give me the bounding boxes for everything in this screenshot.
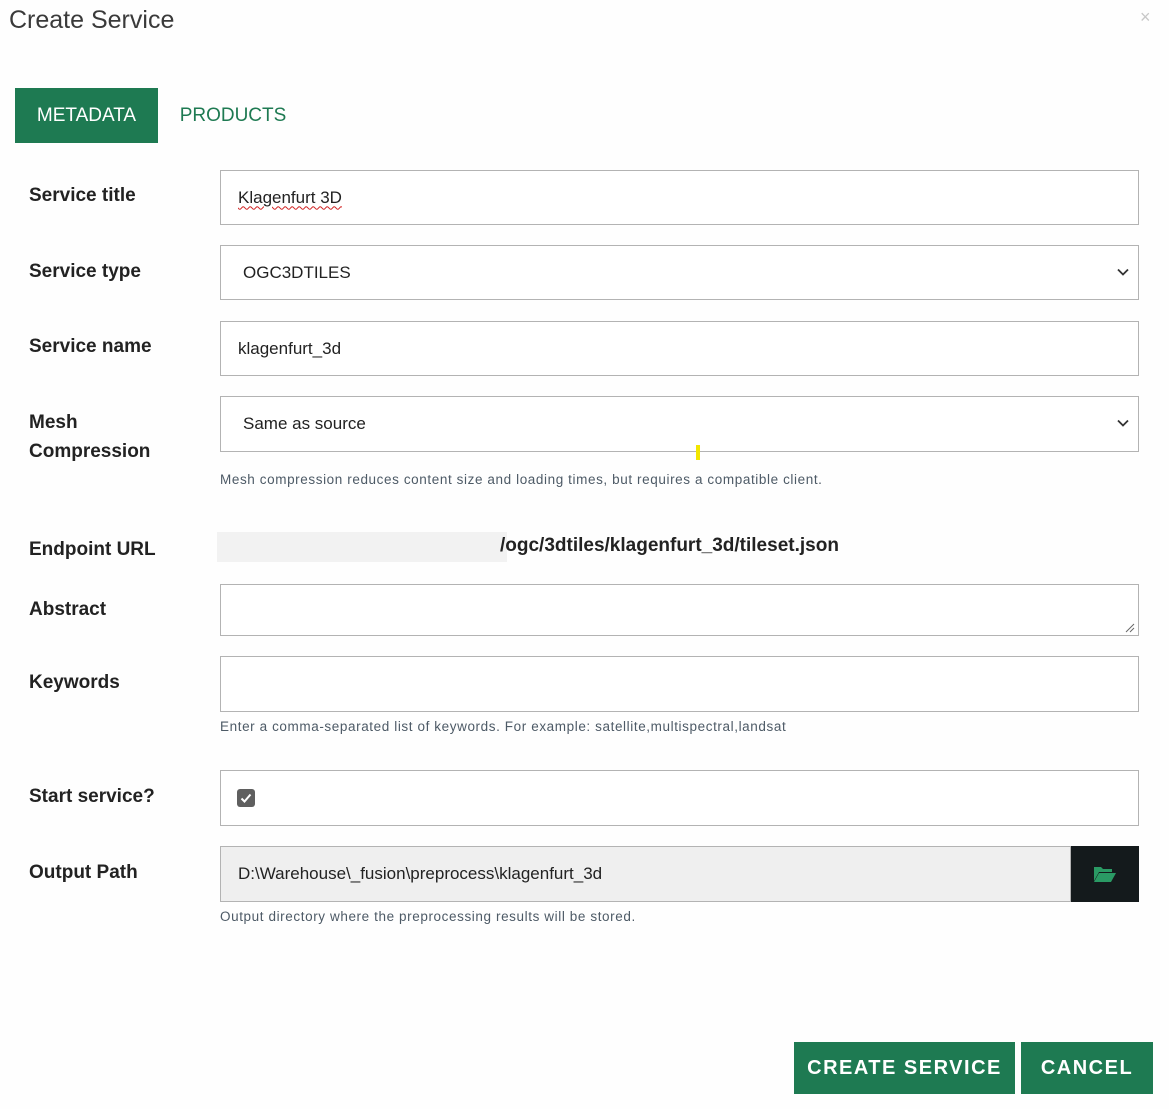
service-type-select[interactable]: OGC3DTILES — [220, 245, 1139, 300]
service-title-label: Service title — [29, 185, 136, 206]
mesh-compression-help: Mesh compression reduces content size an… — [220, 472, 823, 487]
endpoint-url-label: Endpoint URL — [29, 539, 156, 560]
output-path-value: D:\Warehouse\_fusion\preprocess\klagenfu… — [238, 864, 603, 883]
service-type-value: OGC3DTILES — [243, 262, 351, 282]
close-icon[interactable]: × — [1140, 7, 1151, 28]
endpoint-url-redaction — [217, 532, 507, 562]
keywords-label: Keywords — [29, 672, 120, 693]
output-path-input[interactable]: D:\Warehouse\_fusion\preprocess\klagenfu… — [220, 846, 1071, 902]
mesh-compression-select[interactable]: Same as source — [220, 396, 1139, 452]
start-service-label: Start service? — [29, 786, 155, 807]
dialog-title: Create Service — [9, 6, 175, 34]
tab-products[interactable]: PRODUCTS — [170, 88, 296, 143]
endpoint-url-value: /ogc/3dtiles/klagenfurt_3d/tileset.json — [500, 535, 839, 556]
service-name-label: Service name — [29, 336, 152, 357]
create-service-button[interactable]: CREATE SERVICE — [794, 1042, 1015, 1094]
chevron-down-icon — [1117, 268, 1129, 276]
mesh-compression-label: Mesh Compression — [29, 408, 150, 466]
folder-open-icon — [1094, 867, 1116, 882]
service-name-input[interactable]: klagenfurt_3d — [220, 321, 1139, 376]
output-path-help: Output directory where the preprocessing… — [220, 909, 636, 924]
abstract-label: Abstract — [29, 599, 107, 620]
mesh-compression-value: Same as source — [243, 414, 366, 433]
text-cursor-marker — [696, 445, 700, 460]
check-icon — [240, 793, 252, 803]
chevron-down-icon — [1117, 419, 1129, 427]
service-title-input[interactable]: Klagenfurt 3D — [220, 170, 1139, 225]
service-title-value: Klagenfurt 3D — [238, 187, 342, 207]
abstract-textarea[interactable] — [220, 584, 1139, 636]
cancel-button[interactable]: CANCEL — [1021, 1042, 1153, 1094]
mesh-compression-label-line1: Mesh — [29, 412, 78, 433]
start-service-checkbox[interactable] — [237, 789, 255, 807]
keywords-input[interactable] — [220, 656, 1139, 712]
output-path-label: Output Path — [29, 862, 138, 883]
resize-handle-icon[interactable] — [1125, 623, 1135, 633]
mesh-compression-label-line2: Compression — [29, 441, 151, 462]
start-service-field — [220, 770, 1139, 826]
browse-folder-button[interactable] — [1071, 846, 1139, 902]
service-name-value: klagenfurt_3d — [238, 338, 342, 358]
tab-metadata[interactable]: METADATA — [15, 88, 158, 143]
service-type-label: Service type — [29, 261, 141, 282]
keywords-help: Enter a comma-separated list of keywords… — [220, 719, 787, 734]
